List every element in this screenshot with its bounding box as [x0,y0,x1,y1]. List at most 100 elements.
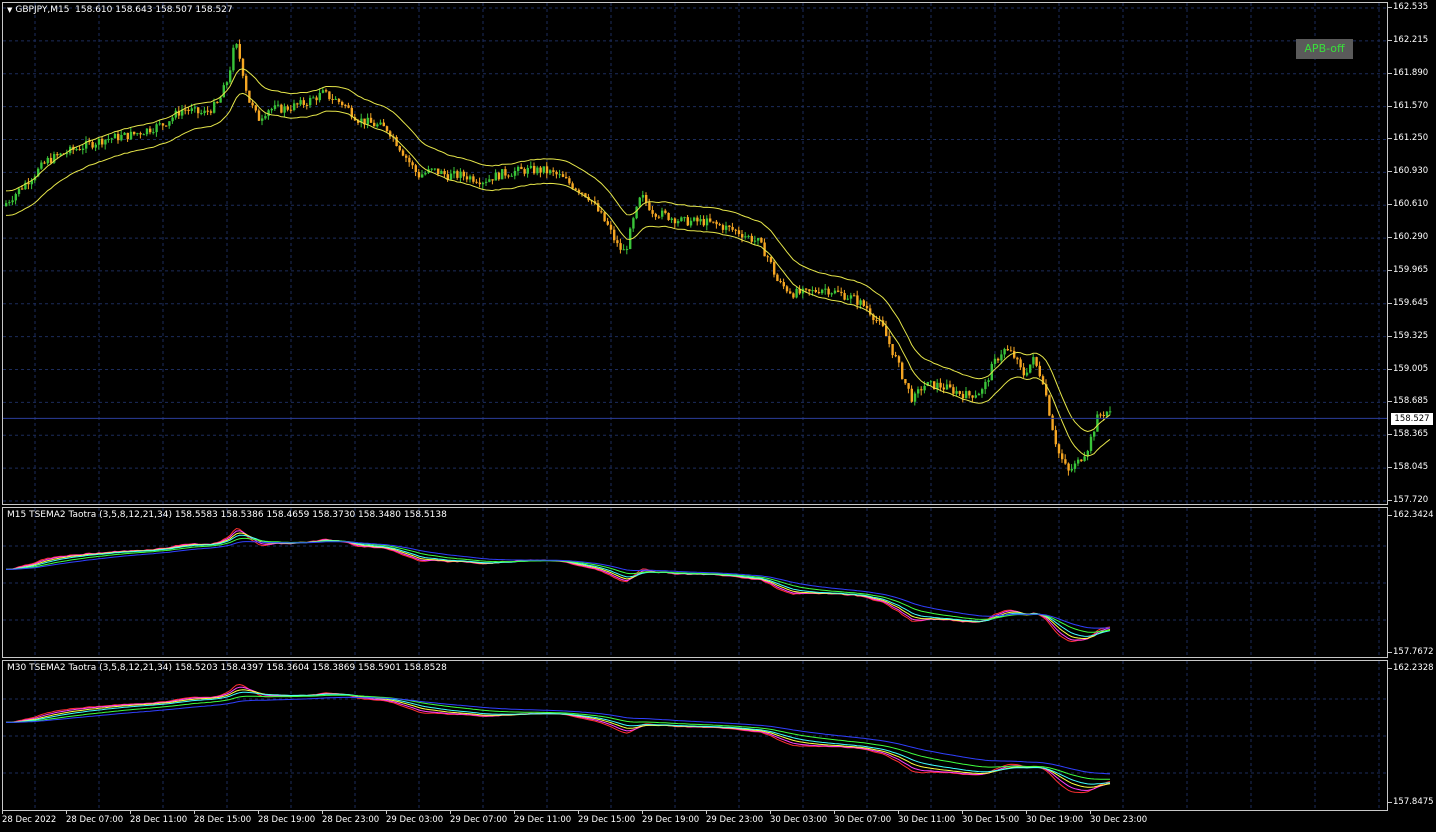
candle-body [158,123,161,125]
candle-body [779,280,782,283]
candle-body [46,157,49,164]
candle-body [302,100,305,105]
price-tick: 160.930 [1387,166,1429,177]
candle-body [760,237,763,243]
candle-body [165,125,168,127]
candle-body [344,104,347,106]
candle-body [488,179,491,182]
candle-body [398,146,401,151]
candle-body [318,92,321,101]
price-tick: 162.215 [1387,34,1429,45]
candle-body [795,288,798,298]
ema-line-5 [5,530,1111,641]
time-label: 29 Dec 23:00 [706,815,764,825]
candle-body [421,174,424,178]
candle-body [187,109,190,112]
candle-body [552,170,555,172]
indicator-pane-m15[interactable]: M15 TSEMA2 Taotra (3,5,8,12,21,34) 158.5… [2,507,1388,658]
candle-body [347,105,350,108]
indicator-m15-axis[interactable]: 162.3424 157.7672 [1388,507,1436,658]
candle-body [1051,415,1054,431]
time-tick [2,811,3,814]
candle-body [808,289,811,292]
candle-body [139,133,142,135]
axis-tick: 162.2328 [1388,663,1434,673]
candle-body [299,100,302,105]
candle-body [328,91,331,100]
candle-body [8,202,11,204]
candle-body [433,168,437,170]
main-chart-pane[interactable]: ▼ GBPJPY,M15 158.610 158.643 158.507 158.… [2,2,1388,505]
time-label: 29 Dec 11:00 [514,815,572,825]
candle-body [235,44,238,48]
price-tick: 160.610 [1387,199,1429,210]
candle-body [430,168,433,170]
candle-body [894,355,897,357]
candle-body [1089,436,1093,451]
indicator-m30-chart[interactable] [3,661,1388,811]
candle-body [401,150,405,156]
time-tick [770,811,771,814]
candle-body [507,175,510,177]
candle-body [296,103,299,105]
candle-body [229,70,232,83]
candle-body [686,217,689,226]
candle-body [513,170,517,176]
candle-body [827,288,830,295]
time-axis[interactable]: 28 Dec 2022 28 Dec 07:00 28 Dec 11:00 28 De… [0,811,1388,832]
candle-body [94,144,97,148]
candle-body [286,106,289,110]
candle-body [1109,411,1112,413]
candle-body [107,139,110,141]
candle-body [853,295,856,297]
candle-body [782,282,785,287]
time-label: 28 Dec 11:00 [130,815,188,825]
collapse-triangle-icon[interactable]: ▼ [7,6,12,14]
time-tick [578,811,579,814]
candle-body [571,183,574,189]
candle-body [907,383,910,389]
candle-body [5,203,8,207]
ema-line-6 [6,683,1111,794]
candle-body [424,172,427,175]
candle-body [219,97,222,103]
candle-body [830,293,833,295]
price-chart[interactable] [3,3,1388,505]
candle-body [667,212,670,220]
candle-body [753,240,757,242]
candle-body [725,225,728,230]
candle-body [376,124,379,127]
candle-body [126,132,129,140]
candle-body [683,217,686,219]
candle-body [558,174,561,176]
candle-body [1054,430,1057,445]
candle-body [888,335,891,345]
indicator-m30-axis[interactable]: 162.2328 157.8475 [1388,660,1436,811]
candle-body [510,175,513,177]
candle-body [152,132,155,134]
candle-body [59,153,62,156]
candle-body [485,181,488,183]
candle-body [987,380,990,382]
candle-body [821,289,824,294]
candle-body [337,98,341,102]
candle-body [280,104,283,113]
candle-body [574,188,577,190]
indicator-pane-m30[interactable]: M30 TSEMA2 Taotra (3,5,8,12,21,34) 158.5… [2,660,1388,811]
candle-body [776,274,779,281]
candle-body [645,195,648,203]
price-axis[interactable]: 162.535 162.215 161.890 161.570 161.250 160.9… [1387,2,1436,505]
candle-body [184,109,187,111]
candle-body [849,295,853,299]
apb-toggle-button[interactable]: APB-off [1296,39,1353,59]
time-tick [1090,811,1091,814]
candle-body [133,131,136,135]
candle-body [961,393,965,399]
candle-body [440,171,443,174]
indicator-m15-chart[interactable] [3,508,1388,658]
candle-body [792,293,795,298]
candle-body [619,243,622,250]
candle-body [325,90,328,92]
candle-body [453,171,456,174]
candle-body [321,90,325,93]
